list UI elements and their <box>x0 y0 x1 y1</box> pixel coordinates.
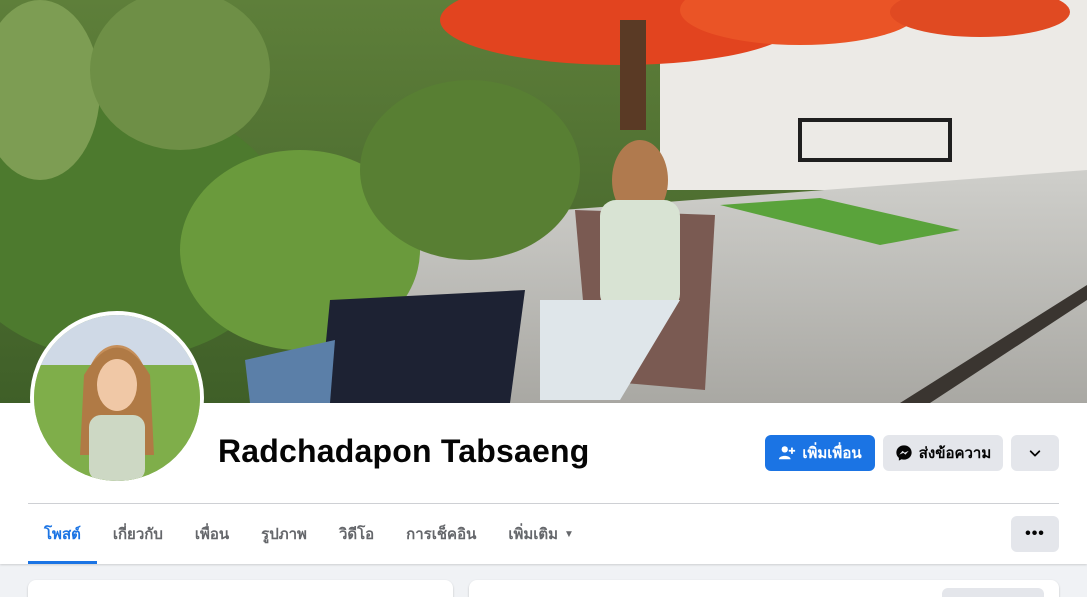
tab-label: เกี่ยวกับ <box>112 526 163 543</box>
more-actions-button[interactable] <box>1011 435 1059 471</box>
tab-label: รูปภาพ <box>261 526 307 543</box>
ellipsis-icon: ••• <box>1025 525 1045 542</box>
tab-photos[interactable]: รูปภาพ <box>245 504 323 564</box>
caret-down-icon: ▼ <box>564 528 574 540</box>
tab-about[interactable]: เกี่ยวกับ <box>97 504 179 564</box>
tab-check-ins[interactable]: การเช็คอิน <box>390 504 492 564</box>
avatar-image <box>34 315 200 481</box>
tab-videos[interactable]: วิดีโอ <box>323 504 390 564</box>
add-friend-label: เพิ่มเพื่อน <box>802 445 862 462</box>
tab-more[interactable]: เพิ่มเติม ▼ <box>492 504 590 564</box>
send-message-label: ส่งข้อความ <box>918 445 992 462</box>
chevron-down-icon <box>1026 444 1044 462</box>
profile-name: Radchadapon Tabsaeng <box>218 433 590 469</box>
send-message-button[interactable]: ส่งข้อความ <box>883 435 1003 471</box>
tab-label: เพื่อน <box>194 526 230 543</box>
tabs-overflow-button[interactable]: ••• <box>1011 516 1059 552</box>
messenger-icon <box>895 444 913 462</box>
tab-label: วิดีโอ <box>338 526 375 543</box>
tab-label: เพิ่มเติม <box>508 526 559 543</box>
profile-avatar[interactable] <box>30 311 204 485</box>
tab-friends[interactable]: เพื่อน <box>179 504 245 564</box>
posts-filter-button[interactable] <box>942 588 1044 597</box>
profile-page: Radchadapon Tabsaeng เพิ่มเพื่อน ส่งข้อค… <box>0 0 1087 597</box>
tab-posts[interactable]: โพสต์ <box>28 504 97 564</box>
tab-label: โพสต์ <box>44 526 81 543</box>
intro-card <box>28 580 453 597</box>
tab-label: การเช็คอิน <box>406 526 477 543</box>
add-friend-button[interactable]: เพิ่มเพื่อน <box>765 435 875 471</box>
avatar-photo <box>34 315 200 481</box>
profile-tabs: โพสต์ เกี่ยวกับ เพื่อน รูปภาพ วิดีโอ การ… <box>28 504 590 564</box>
add-friend-icon <box>778 444 796 462</box>
